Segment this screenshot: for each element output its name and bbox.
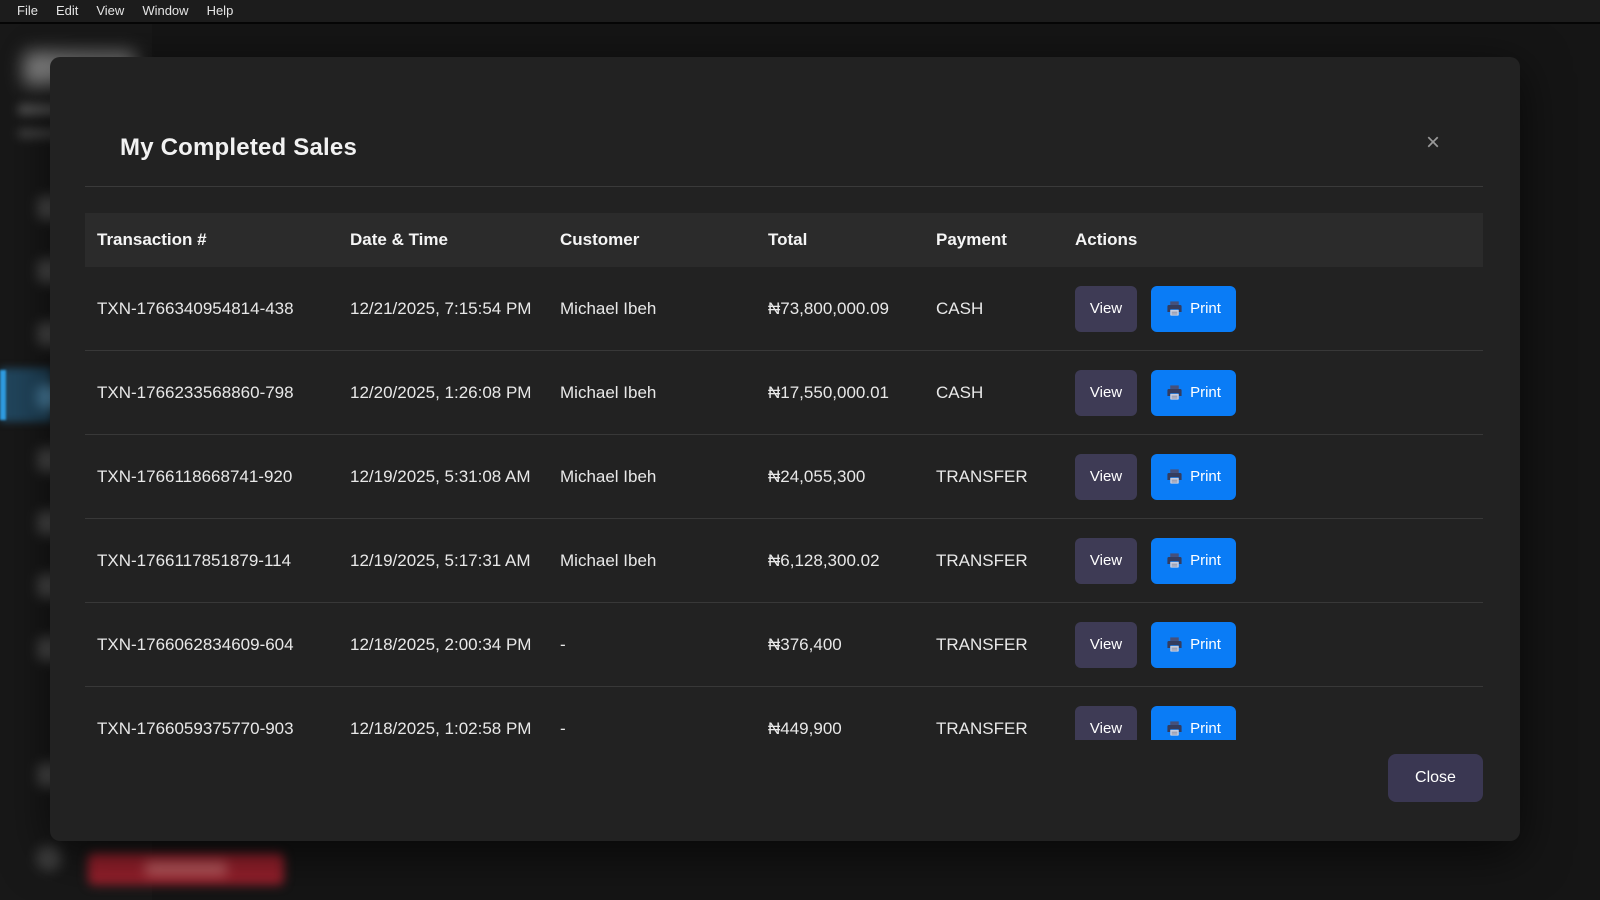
printer-icon [1166,720,1183,737]
print-label: Print [1190,468,1221,485]
sidebar-active-accent-bar [0,370,6,420]
txn-cell: TXN-1766233568860-798 [85,383,350,403]
menu-edit[interactable]: Edit [47,0,87,23]
customer-cell: Michael Ibeh [560,299,768,319]
datetime-cell: 12/21/2025, 7:15:54 PM [350,296,560,322]
printer-icon [1166,636,1183,653]
customer-cell: - [560,635,768,655]
menu-view[interactable]: View [87,0,133,23]
column-header-actions: Actions [1075,230,1483,250]
actions-cell: View Print [1075,454,1483,500]
print-button[interactable]: Print [1151,622,1236,668]
print-button[interactable]: Print [1151,706,1236,741]
column-header-customer: Customer [560,230,768,250]
total-cell: ₦24,055,300 [768,467,936,487]
view-button[interactable]: View [1075,706,1137,741]
customer-cell: Michael Ibeh [560,467,768,487]
actions-cell: View Print [1075,370,1483,416]
menu-file[interactable]: File [8,0,47,23]
payment-cell: CASH [936,299,1075,319]
customer-cell: - [560,719,768,739]
menu-window[interactable]: Window [133,0,197,23]
printer-icon [1166,384,1183,401]
table-row: TXN-1766233568860-798 12/20/2025, 1:26:0… [85,351,1483,435]
total-cell: ₦73,800,000.09 [768,299,936,319]
actions-cell: View Print [1075,706,1483,741]
table-row: TXN-1766062834609-604 12/18/2025, 2:00:3… [85,603,1483,687]
datetime-cell: 12/20/2025, 1:26:08 PM [350,380,560,406]
print-label: Print [1190,384,1221,401]
menu-help[interactable]: Help [198,0,243,23]
printer-icon [1166,552,1183,569]
sidebar-icon-blurred [36,845,62,871]
logout-label-blurred [145,862,227,875]
print-button[interactable]: Print [1151,286,1236,332]
print-button[interactable]: Print [1151,454,1236,500]
txn-cell: TXN-1766118668741-920 [85,467,350,487]
view-button[interactable]: View [1075,454,1137,500]
txn-cell: TXN-1766340954814-438 [85,299,350,319]
printer-icon [1166,468,1183,485]
payment-cell: TRANSFER [936,635,1075,655]
datetime-cell: 12/18/2025, 1:02:58 PM [350,716,560,741]
txn-cell: TXN-1766059375770-903 [85,719,350,739]
view-button[interactable]: View [1075,370,1137,416]
print-label: Print [1190,636,1221,653]
title-divider [85,186,1483,187]
payment-cell: CASH [936,383,1075,403]
actions-cell: View Print [1075,286,1483,332]
column-header-transaction: Transaction # [85,230,350,250]
column-header-payment: Payment [936,230,1075,250]
table-row: TXN-1766117851879-114 12/19/2025, 5:17:3… [85,519,1483,603]
table-header-row: Transaction # Date & Time Customer Total… [85,213,1483,267]
printer-icon [1166,300,1183,317]
total-cell: ₦6,128,300.02 [768,551,936,571]
print-label: Print [1190,300,1221,317]
completed-sales-modal: My Completed Sales × Transaction # Date … [50,57,1520,841]
table-row: TXN-1766340954814-438 12/21/2025, 7:15:5… [85,267,1483,351]
print-button[interactable]: Print [1151,370,1236,416]
close-icon[interactable]: × [1426,131,1440,155]
close-button[interactable]: Close [1388,754,1483,802]
table-row: TXN-1766059375770-903 12/18/2025, 1:02:5… [85,687,1483,740]
total-cell: ₦17,550,000.01 [768,383,936,403]
menu-bar: File Edit View Window Help [0,0,1600,24]
payment-cell: TRANSFER [936,551,1075,571]
actions-cell: View Print [1075,538,1483,584]
datetime-cell: 12/19/2025, 5:17:31 AM [350,548,560,574]
txn-cell: TXN-1766062834609-604 [85,635,350,655]
column-header-datetime: Date & Time [350,230,560,250]
modal-title: My Completed Sales [120,134,357,162]
payment-cell: TRANSFER [936,719,1075,739]
print-label: Print [1190,720,1221,737]
payment-cell: TRANSFER [936,467,1075,487]
table-row: TXN-1766118668741-920 12/19/2025, 5:31:0… [85,435,1483,519]
txn-cell: TXN-1766117851879-114 [85,551,350,571]
total-cell: ₦449,900 [768,719,936,739]
column-header-total: Total [768,230,936,250]
sales-table: Transaction # Date & Time Customer Total… [85,213,1483,740]
view-button[interactable]: View [1075,538,1137,584]
view-button[interactable]: View [1075,622,1137,668]
table-body: TXN-1766340954814-438 12/21/2025, 7:15:5… [85,267,1483,740]
app-window: File Edit View Window Help My Completed … [0,0,1600,900]
datetime-cell: 12/18/2025, 2:00:34 PM [350,632,560,658]
print-label: Print [1190,552,1221,569]
actions-cell: View Print [1075,622,1483,668]
datetime-cell: 12/19/2025, 5:31:08 AM [350,464,560,490]
customer-cell: Michael Ibeh [560,383,768,403]
view-button[interactable]: View [1075,286,1137,332]
customer-cell: Michael Ibeh [560,551,768,571]
print-button[interactable]: Print [1151,538,1236,584]
total-cell: ₦376,400 [768,635,936,655]
